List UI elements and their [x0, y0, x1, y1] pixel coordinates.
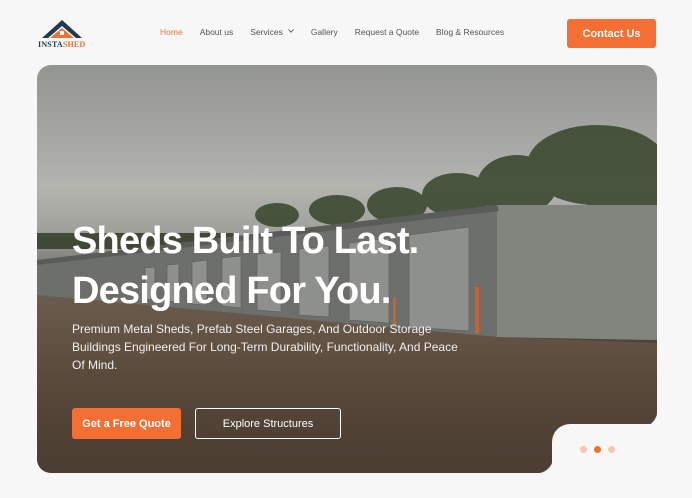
main-nav: Home About us Services Gallery Request a…	[160, 27, 521, 37]
logo-text-part1: INSTA	[38, 40, 63, 49]
nav-about[interactable]: About us	[200, 27, 234, 37]
hero-headline: Sheds Built To Last. Designed For You.	[72, 216, 419, 316]
nav-gallery[interactable]: Gallery	[311, 27, 338, 37]
slide-dot-2[interactable]	[594, 446, 601, 453]
site-header: INSTASHED Home About us Services Gallery…	[0, 0, 692, 66]
chevron-down-icon	[288, 29, 294, 33]
nav-blog[interactable]: Blog & Resources	[436, 27, 504, 37]
explore-structures-button[interactable]: Explore Structures	[195, 408, 341, 439]
slide-dot-1[interactable]	[580, 446, 587, 453]
logo-text-part2: SHED	[62, 40, 86, 49]
logo-text: INSTASHED	[38, 40, 85, 49]
logo[interactable]: INSTASHED	[36, 16, 86, 52]
nav-home[interactable]: Home	[160, 27, 183, 37]
contact-us-button[interactable]: Contact Us	[567, 19, 656, 48]
slide-dot-3[interactable]	[608, 446, 615, 453]
headline-line-2: Designed For You.	[72, 270, 391, 312]
get-free-quote-button[interactable]: Get a Free Quote	[72, 408, 181, 439]
page: INSTASHED Home About us Services Gallery…	[0, 0, 692, 498]
nav-services[interactable]: Services	[250, 27, 294, 37]
nav-services-label: Services	[250, 27, 283, 37]
hero-subtext: Premium Metal Sheds, Prefab Steel Garage…	[72, 322, 458, 372]
headline-line-1: Sheds Built To Last.	[72, 220, 419, 262]
roof-icon	[42, 20, 82, 38]
cutout-curve-top	[640, 410, 658, 428]
nav-request-quote[interactable]: Request a Quote	[355, 27, 419, 37]
slider-dots	[580, 446, 622, 453]
cutout-curve-left	[536, 456, 554, 474]
